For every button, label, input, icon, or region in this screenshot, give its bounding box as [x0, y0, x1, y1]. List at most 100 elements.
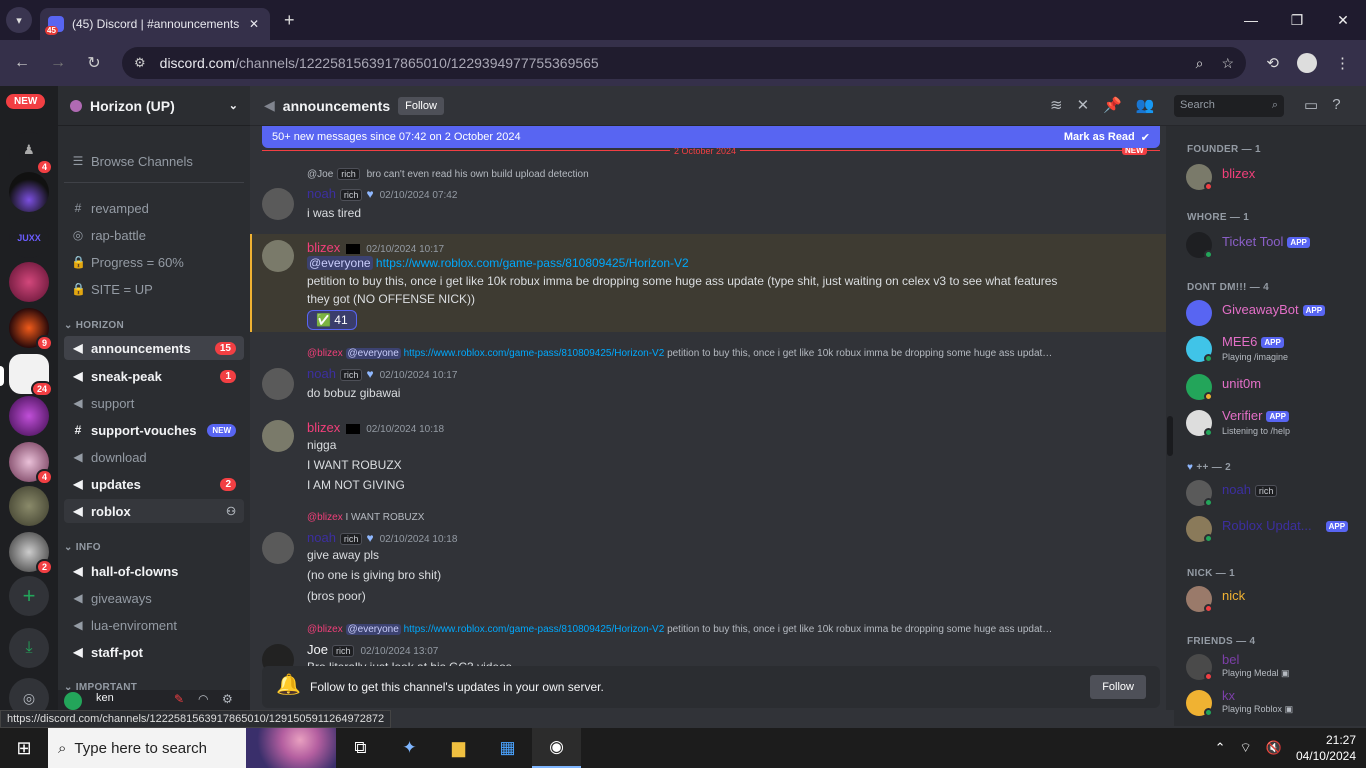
message-author[interactable]: noah — [307, 366, 336, 381]
channel-lua-enviroment[interactable]: ◀ lua-enviroment — [64, 613, 244, 637]
message[interactable]: @blizex @everyone https://www.roblox.com… — [250, 346, 1166, 406]
channel-sneak-peak[interactable]: ◀ sneak-peak 1 — [64, 364, 244, 388]
url-text[interactable]: discord.com/channels/1222581563917865010… — [160, 55, 599, 71]
member-item[interactable]: Roblox Updat... APP — [1186, 514, 1362, 550]
bookmark-star-icon[interactable]: ☆ — [1221, 55, 1234, 72]
member-item[interactable]: Verifier APP Listening to /help — [1186, 408, 1362, 444]
network-icon[interactable]: ⌔ — [1240, 740, 1252, 756]
server-icon[interactable] — [9, 396, 49, 436]
channel-site[interactable]: 🔒 SITE = UP — [64, 277, 244, 301]
message[interactable]: @blizex I WANT ROBUZX noah rich ♥ 02/10/202… — [250, 510, 1166, 610]
avatar[interactable] — [262, 420, 294, 452]
settings-gear-icon[interactable]: ⚙ — [222, 692, 233, 706]
window-close-icon[interactable]: ✕ — [1320, 0, 1366, 40]
back-icon[interactable]: ← — [4, 54, 40, 72]
category-info[interactable]: ⌄ INFO — [64, 542, 101, 553]
reply-preview[interactable]: @Joe rich bro can't even read his own bui… — [307, 168, 589, 180]
tab-search-icon[interactable]: ▾ — [6, 7, 32, 33]
help-icon[interactable]: ? — [1332, 96, 1340, 114]
member-item[interactable]: GiveawayBot APP — [1186, 298, 1362, 334]
reply-preview[interactable]: @blizex I WANT ROBUZX — [307, 512, 424, 523]
channel-support[interactable]: ◀ support — [64, 391, 244, 415]
profile-avatar[interactable] — [1297, 53, 1317, 73]
windows-start-icon[interactable]: ⊞ — [0, 738, 48, 759]
message-link[interactable]: https://www.roblox.com/game-pass/8108094… — [376, 256, 689, 270]
message-author[interactable]: noah — [307, 186, 336, 201]
message-author[interactable]: blizex — [307, 420, 340, 435]
reaction-button[interactable]: ✅ 41 — [307, 310, 357, 330]
reply-preview[interactable]: @blizex @everyone https://www.roblox.com… — [307, 348, 1052, 359]
server-icon[interactable]: ♟ 4 — [9, 132, 53, 175]
avatar[interactable] — [64, 692, 82, 710]
channel-support-vouches[interactable]: # support-vouches NEW — [64, 418, 244, 442]
server-icon[interactable] — [9, 172, 49, 212]
channel-download[interactable]: ◀ download — [64, 445, 244, 469]
message[interactable]: @Joe rich bro can't even read his own bui… — [250, 166, 1166, 226]
chrome-icon[interactable]: ◉ — [532, 728, 581, 768]
browse-channels[interactable]: ☰ Browse Channels — [64, 149, 244, 173]
guild-header[interactable]: Horizon (UP) ⌄ — [58, 86, 250, 126]
server-icon-active[interactable]: 24 — [9, 354, 53, 397]
taskbar-search[interactable]: ⌕ Type here to search — [48, 728, 336, 768]
site-info-icon[interactable]: ⚙ — [134, 55, 146, 71]
channel-progress[interactable]: 🔒 Progress = 60% — [64, 250, 244, 274]
member-item[interactable]: unit0m — [1186, 372, 1362, 408]
channel-announcements[interactable]: ◀ announcements 15 — [64, 336, 244, 360]
member-item[interactable]: noah rich — [1186, 478, 1362, 514]
message-author[interactable]: noah — [307, 530, 336, 545]
clock[interactable]: 21:27 04/10/2024 — [1296, 732, 1356, 764]
message-author[interactable]: blizex — [307, 240, 340, 255]
member-item[interactable]: kx Playing Roblox ▣ — [1186, 688, 1362, 724]
new-badge[interactable]: NEW — [6, 94, 46, 109]
server-icon[interactable] — [9, 262, 49, 302]
file-explorer-icon[interactable]: ▆ — [434, 728, 483, 768]
chevron-up-icon[interactable]: ⌃ — [1215, 740, 1226, 756]
mute-icon[interactable]: ✎ — [174, 692, 184, 706]
message-highlighted[interactable]: blizex 02/10/2024 10:17 @everyone https:/… — [250, 234, 1166, 332]
chat-scrollbar[interactable] — [1166, 126, 1174, 710]
server-icon[interactable]: 4 — [9, 442, 53, 485]
pin-icon[interactable]: 📌 — [1103, 96, 1122, 114]
add-server-icon[interactable]: + — [9, 576, 49, 616]
server-icon[interactable]: JUXX — [9, 218, 49, 258]
search-input[interactable]: Search ⌕ — [1174, 95, 1284, 117]
channel-revamped[interactable]: # revamped — [64, 196, 244, 220]
restore-icon[interactable]: ❐ — [1274, 0, 1320, 40]
notification-bell-icon[interactable]: ✕ — [1077, 96, 1090, 114]
server-icon[interactable]: 2 — [9, 532, 53, 575]
reply-preview[interactable]: @blizex @everyone https://www.roblox.com… — [307, 624, 1052, 635]
server-icon[interactable]: 9 — [9, 308, 53, 351]
follow-button[interactable]: Follow — [1090, 675, 1146, 699]
threads-icon[interactable]: ≋ — [1050, 96, 1063, 114]
member-item[interactable]: Ticket Tool APP — [1186, 230, 1362, 266]
reload-icon[interactable]: ↻ — [76, 53, 112, 73]
message-author[interactable]: Joe — [307, 642, 328, 657]
browser-tab[interactable]: 45 (45) Discord | #announcements ✕ — [40, 8, 270, 40]
header-follow-button[interactable]: Follow — [398, 96, 444, 115]
avatar[interactable] — [262, 188, 294, 220]
member-item[interactable]: MEE6 APP Playing /imagine — [1186, 334, 1362, 370]
inbox-icon[interactable]: ▭ — [1304, 96, 1318, 114]
member-item[interactable]: blizex — [1186, 162, 1362, 198]
browser-menu-icon[interactable]: ⋮ — [1335, 54, 1350, 72]
avatar[interactable] — [262, 368, 294, 400]
download-apps-icon[interactable]: ⤓ — [9, 628, 49, 668]
category-horizon[interactable]: ⌄ HORIZON — [64, 320, 124, 331]
server-icon[interactable] — [9, 486, 49, 526]
channel-rap-battle[interactable]: ◎ rap-battle — [64, 223, 244, 247]
member-item[interactable]: bel Playing Medal ▣ — [1186, 652, 1362, 688]
tab-close-icon[interactable]: ✕ — [246, 17, 262, 31]
new-messages-bar[interactable]: 50+ new messages since 07:42 on 2 Octobe… — [262, 126, 1160, 148]
store-icon[interactable]: ▦ — [483, 728, 532, 768]
zoom-icon[interactable]: ⌕ — [1196, 55, 1204, 72]
chevron-down-icon[interactable]: ⌄ — [229, 99, 238, 112]
channel-staff-pot[interactable]: ◀ staff-pot — [64, 640, 244, 664]
headset-icon[interactable]: ◠ — [198, 692, 208, 706]
avatar[interactable] — [262, 240, 294, 272]
avatar[interactable] — [262, 532, 294, 564]
extensions-icon[interactable]: ⟲ — [1266, 54, 1279, 72]
channel-roblox[interactable]: ◀ roblox ⚇ — [64, 499, 244, 523]
new-tab-icon[interactable]: + — [284, 10, 295, 31]
forward-icon[interactable]: → — [40, 54, 76, 72]
mark-as-read-button[interactable]: Mark as Read — [1064, 131, 1135, 143]
